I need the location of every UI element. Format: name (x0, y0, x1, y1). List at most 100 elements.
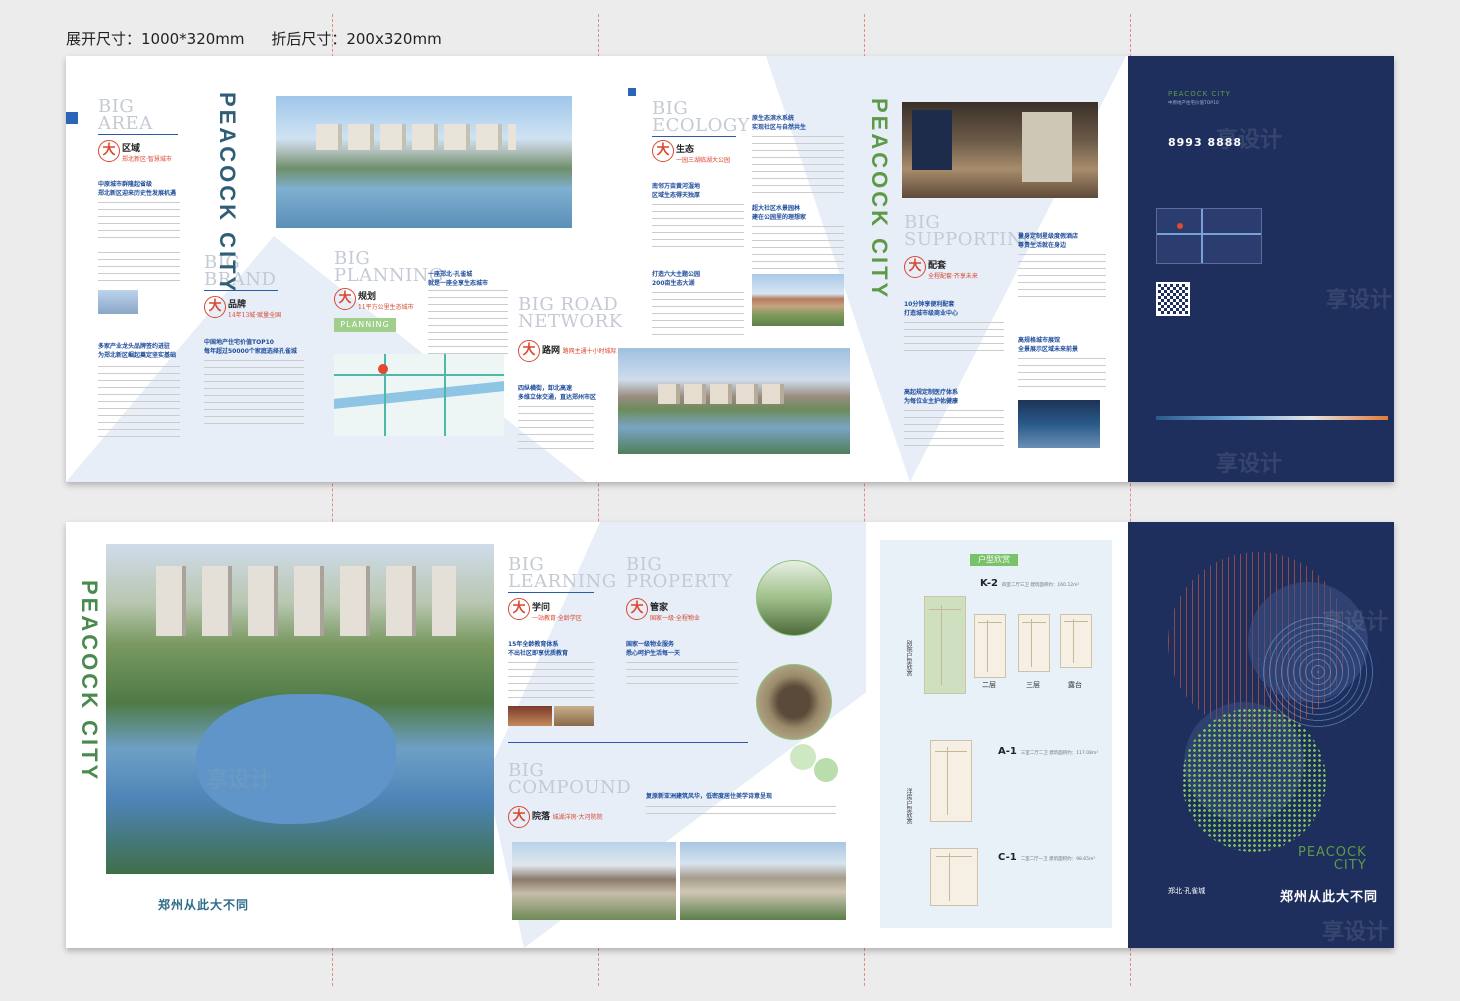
da-mark: 大 (508, 806, 530, 828)
ecology-heading-en: BIG ECOLOGY (652, 98, 750, 136)
rule (98, 134, 178, 135)
watermark: 享设计 (1216, 452, 1283, 477)
da-mark: 大 (334, 288, 356, 310)
cover-logo: 郑北·孔雀城 (1168, 887, 1206, 895)
brand-vertical: PEACOCK CITY (77, 580, 102, 783)
compound-headline: 复原新亚洲建筑风华，低密度居住美学诗意呈现 (646, 793, 773, 800)
brochure-outside: BIG AREA 大 区域 郑北新区·智慧城市 中原城市群隆起省级 郑北新区迎来历… (66, 56, 1394, 482)
watermark: 享设计 (206, 768, 273, 793)
planning-tag: PLANNING (334, 318, 396, 332)
da-mark: 大 (626, 598, 648, 620)
planning-sub: 规划 11平方公里生态城市 (358, 292, 414, 311)
decor-circle (790, 744, 816, 770)
brochure-inside: PEACOCK CITY 郑州从此大不同 BIG LEARNING 大 学问 一站… (66, 522, 1394, 948)
floor-label: 二层 (982, 681, 996, 689)
unit-c1: C-1 二室二厅一卫 建筑面积约：98.65m² (998, 852, 1096, 863)
rule (508, 592, 594, 593)
city-photo (98, 290, 138, 314)
unit-a1: A-1 三室二厅二卫 建筑面积约：117.08m² (998, 746, 1099, 757)
accent-square (628, 88, 636, 96)
ecology-sub: 生态 一园三湖临湖大公园 (676, 145, 731, 164)
qr-code-icon (1156, 282, 1190, 316)
road-headline: 四纵横街，卸北高速 多维立体交通，直达郑州市区 (518, 385, 597, 401)
exhibition-hall-photo (1018, 400, 1100, 448)
road-sub: 路网 路网主通十小时城际 (542, 346, 617, 356)
compound-heading-en: BIG COMPOUND (508, 760, 632, 798)
da-mark: 大 (518, 340, 540, 362)
unit-plans-title: 户型欣赏 (970, 554, 1018, 566)
folded-size: 折后尺寸：200x320mm (271, 30, 442, 48)
brand-vertical: PEACOCK CITY (867, 98, 892, 301)
cover-brand: PEACOCK CITY (1168, 90, 1231, 98)
cover-slogan: 郑州从此大不同 (1280, 890, 1379, 905)
brand-headline: 中国地产住宅价值TOP10 每年超过50000个家庭选择孔雀城 (204, 339, 297, 355)
supporting-sub: 配套 全程配套·齐享未来 (928, 261, 978, 280)
watermark: 享设计 (1322, 920, 1389, 945)
da-mark: 大 (508, 598, 530, 620)
front-cover-panel: PEACOCK CITY 郑北·孔雀城 郑州从此大不同 (1128, 522, 1394, 948)
area-headline: 中原城市群隆起省级 郑北新区迎来历史性发展机遇 (98, 181, 177, 197)
da-mark: 大 (652, 140, 674, 162)
ecology-headline-1: 原生态滨水系统 实现社区与自然共生 (752, 115, 807, 131)
body-text (904, 410, 1004, 446)
floor-plan (930, 740, 972, 822)
building-photo (752, 274, 844, 326)
body-text (428, 290, 508, 360)
rule (508, 742, 748, 743)
floor-plan (1060, 614, 1092, 668)
body-text (626, 662, 738, 690)
supporting-headline-3: 高规格城市展馆 全景展示区域未来前景 (1018, 337, 1079, 353)
property-sub: 管家 国家一级·全程物业 (650, 603, 700, 622)
watermark: 享设计 (1326, 288, 1393, 313)
floor-plan (924, 596, 966, 694)
hotel-lobby-photo (902, 102, 1098, 198)
learning-heading-en: BIG LEARNING (508, 554, 617, 592)
print-spec: 展开尺寸：1000*320mm 折后尺寸：200x320mm (66, 28, 464, 49)
slogan: 郑州从此大不同 (158, 898, 250, 912)
watermark: 享设计 (1322, 610, 1389, 635)
cover-brand: PEACOCK CITY (1298, 845, 1367, 873)
body-text (752, 136, 844, 196)
brand-vertical: PEACOCK CITY (215, 92, 240, 295)
accent-square (66, 112, 78, 124)
watermark: 享设计 (1216, 128, 1283, 153)
area-headline-2: 多家产业龙头品牌签约进驻 为郑北新区崛起奠定坚实基础 (98, 343, 177, 359)
flat-label: 洋房户型欣赏 (905, 788, 912, 824)
aerial-masterplan-photo (106, 544, 494, 874)
ecology-headline-3: 超大社区水景园林 建在公园里的理想家 (752, 205, 807, 221)
body-text (98, 252, 180, 282)
body-text (518, 406, 594, 454)
body-text (508, 662, 594, 702)
brand-sub: 品牌 14年13城·赋量全国 (228, 300, 282, 319)
classroom-photo (554, 706, 594, 726)
body-text (652, 204, 744, 250)
property-headline: 国家一级物业服务 悉心呵护生活每一天 (626, 641, 681, 657)
floor-label: 露台 (1068, 681, 1082, 689)
supporting-headline-1: 量身定制星级度假酒店 尊贵生活就在身边 (1018, 233, 1079, 249)
unit-k2: K-2 四室二厅三卫 建筑面积约：160.12m² (980, 578, 1080, 589)
body-text (1018, 358, 1106, 390)
villa-label: 别院户型欣赏 (905, 640, 912, 676)
cover-tagline: 中原地产住宅价值TOP10 (1168, 101, 1219, 106)
decor-circle (814, 758, 838, 782)
traffic-map (1156, 208, 1262, 264)
body-text (652, 292, 744, 336)
back-cover-panel: PEACOCK CITY 中原地产住宅价值TOP10 8993 8888 (1128, 56, 1394, 482)
da-mark: 大 (904, 256, 926, 278)
floor-label: 三层 (1026, 681, 1040, 689)
body-text (752, 226, 844, 270)
da-mark: 大 (98, 140, 120, 162)
da-mark: 大 (204, 296, 226, 318)
learning-sub: 学问 一站教育·全龄学区 (532, 603, 582, 622)
apartment-photo (680, 842, 846, 920)
lake-aerial-photo (276, 96, 572, 228)
supporting-headline-4: 高起规定制医疗体系 为每位业主护佑健康 (904, 389, 959, 405)
area-heading-en: BIG AREA (98, 96, 153, 134)
school-photo (508, 706, 552, 726)
lake-residence-photo (618, 348, 850, 454)
compound-sub: 院落 城湖洋房·大河院院 (532, 812, 603, 822)
location-map (334, 354, 504, 436)
body-text (98, 202, 180, 242)
road-heading-en: BIG ROAD NETWORK (518, 294, 623, 332)
stripe (1156, 416, 1388, 420)
